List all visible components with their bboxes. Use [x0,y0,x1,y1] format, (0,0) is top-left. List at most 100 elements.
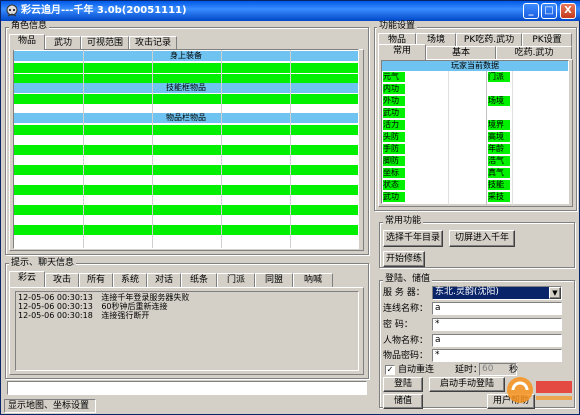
select-year-dir-button[interactable]: 选择千年目录 [383,230,443,247]
stats-divider [448,71,449,205]
stat-label-left: 武功 [383,192,405,202]
grid-row[interactable] [14,94,358,104]
switch-screen-button[interactable]: 切屏进入千年 [449,230,515,247]
grid-row[interactable] [14,205,358,215]
stat-label-left: 活力 [383,120,405,130]
stat-label-right: 场境 [488,96,510,106]
auto-reconnect-label: 自动重连 [398,365,435,375]
equip-section-header: 身上装备 [14,51,358,61]
server-value: 东北.灵韵(沈阳) [435,287,499,297]
grid-divider [290,50,291,248]
stat-label-left: 武功 [383,108,405,118]
server-label: 服 务 器： [383,288,425,298]
tab-visible-range[interactable]: 可视范围 [81,36,129,50]
stat-label-left: 状态 [383,180,405,190]
stat-label-left: 脚防 [383,156,405,166]
close-button[interactable]: X [560,3,576,19]
chat-input[interactable] [7,381,367,395]
title-bar[interactable]: 彩云追月---千年 3.0b(20051111) _ □ X [1,1,580,21]
chat-message: 连接强行断开 [101,311,150,320]
tab-chat-caiyun[interactable]: 彩云 [9,271,45,287]
stats-divider [512,71,513,205]
chat-time: 12-05-06 00:30:18 [18,311,93,320]
auto-reconnect-checkbox[interactable]: ✓ [385,365,395,375]
start-training-button[interactable]: 开始修练 [383,251,425,267]
grid-row[interactable] [14,145,358,155]
item-password-label: 物品密码： [383,351,429,361]
tab-chat-sect[interactable]: 门派 [217,273,255,287]
character-name-field[interactable]: a [432,334,562,347]
password-label: 密 码： [383,320,413,330]
stat-label-right: 技能 [488,180,510,190]
delay-label: 延时： [455,365,483,375]
character-info-label: 角色信息 [9,21,50,31]
stat-label-left: 元气 [383,72,405,82]
grid-divider [221,50,222,248]
login-button[interactable]: 登陆 [383,377,423,392]
map-settings-button[interactable]: 显示地图、坐标设置 [4,399,96,413]
chat-time: 12-05-06 00:30:13 [18,302,93,311]
chat-message: 连接千年登录服务器失败 [101,293,190,302]
tab-martial[interactable]: 武功 [45,36,81,50]
stat-label-left: 手防 [383,144,405,154]
chat-row: 12-05-06 00:30:13 60秒钟后重新连接 [18,302,168,311]
server-select[interactable]: 东北.灵韵(沈阳) [432,286,562,300]
tab-items[interactable]: 物品 [9,34,45,50]
account-label: 连线名称： [383,304,429,314]
minimize-button[interactable]: _ [523,3,539,19]
stat-label-right: 真气 [488,168,510,178]
common-functions-label: 常用功能 [383,216,424,226]
stat-label-right: 境界 [488,120,510,130]
window-title: 彩云追月---千年 3.0b(20051111) [21,5,187,16]
tab-chat-dialog[interactable]: 对话 [147,273,181,287]
grid-row[interactable] [14,185,358,195]
chat-group-label: 提示、聊天信息 [9,258,77,268]
function-settings-label: 功能设置 [377,21,418,31]
password-field[interactable]: * [432,318,562,331]
grid-divider [83,50,84,248]
stat-label-left: 内功 [383,84,405,94]
tab-fs-basic[interactable]: 基本 [426,46,496,60]
tab-chat-shout[interactable]: 吶喊 [293,273,333,287]
chevron-down-icon[interactable]: ▼ [549,287,561,299]
item-password-field[interactable]: * [432,349,562,362]
chat-row: 12-05-06 00:30:18 连接强行断开 [18,311,149,320]
grid-row[interactable] [14,63,358,73]
tab-chat-attack[interactable]: 攻击 [45,273,79,287]
tab-chat-alliance[interactable]: 同盟 [255,273,293,287]
tab-chat-all[interactable]: 所有 [79,273,113,287]
grid-row[interactable] [14,225,358,235]
chat-row: 12-05-06 00:30:13 连接千年登录服务器失败 [18,293,189,302]
maximize-button[interactable]: □ [541,3,557,19]
tab-chat-note[interactable]: 纸条 [181,273,217,287]
tab-fs-common[interactable]: 常用 [378,44,426,60]
stat-label-right: 年龄 [488,144,510,154]
stat-label-right: 高境 [488,132,510,142]
app-icon [6,4,18,17]
chat-log[interactable]: 12-05-06 00:30:13 连接千年登录服务器失败 12-05-06 0… [15,291,359,371]
tab-chat-system[interactable]: 系统 [113,273,147,287]
tab-fs-potion-martial[interactable]: 吃药.武功 [496,46,572,60]
stats-divider [486,71,487,205]
chat-time: 12-05-06 00:30:13 [18,293,93,302]
start-manual-login-button[interactable]: 启动手动登陆 [429,377,505,392]
character-name-label: 人物名称： [383,336,429,346]
stat-label-right: 采技 [488,192,510,202]
account-field[interactable]: a [432,302,562,315]
stat-label-right: 门派 [488,72,510,82]
tab-fs-pk-potion[interactable]: PK吃药.武功 [456,33,522,47]
grid-divider [152,50,153,248]
skill-section-header: 技能框物品 [14,83,358,93]
grid-row[interactable] [14,125,358,135]
stat-label-right: 浩气 [488,156,510,166]
tab-attack-log[interactable]: 攻击记录 [129,36,177,50]
tab-fs-pk-settings[interactable]: PK设置 [522,33,572,47]
store-value-button[interactable]: 储值 [383,394,423,409]
watermark-logo [507,377,572,403]
player-stats-table: 玩家当前数据 元气 内功 外功 武功 活力 头防 手防 脚防 坐标 状态 武功 门派 场境 境界 高境 年龄… [381,60,569,205]
stat-label-left: 头防 [383,132,405,142]
bag-section-header: 物品栏物品 [14,113,358,123]
app-window: 彩云追月---千年 3.0b(20051111) _ □ X 角色信息 物品 武… [0,0,580,415]
chat-message: 60秒钟后重新连接 [101,302,168,311]
grid-row[interactable] [14,165,358,175]
